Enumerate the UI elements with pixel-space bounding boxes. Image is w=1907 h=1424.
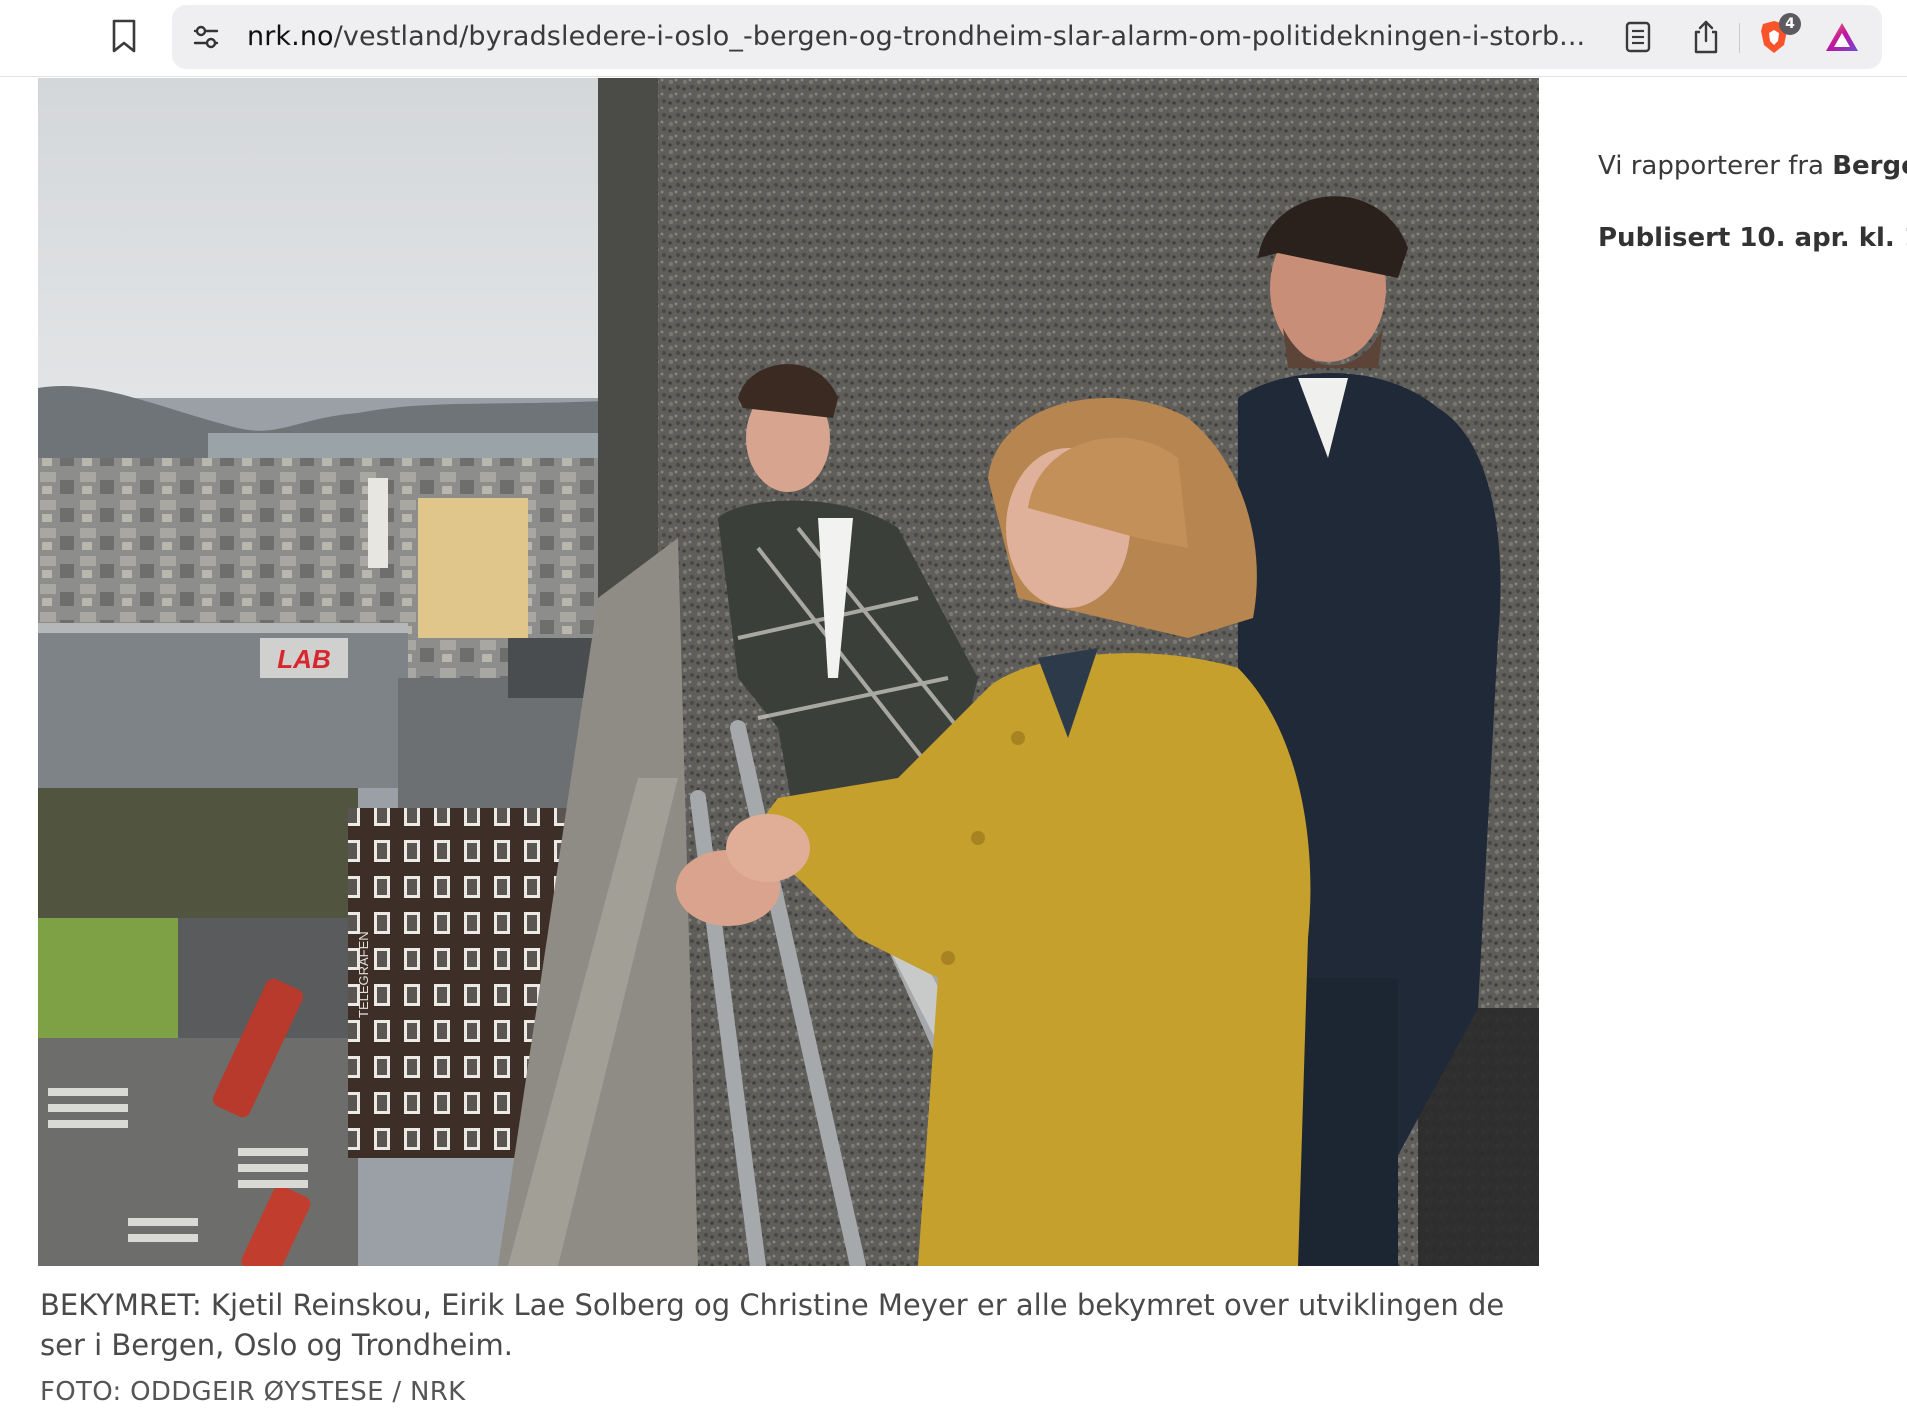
share-icon[interactable] bbox=[1688, 19, 1724, 55]
photo-credit: FOTO: ODDGEIR ØYSTESE / NRK bbox=[40, 1377, 466, 1407]
browser-toolbar: nrk.no/vestland/byradsledere-i-oslo_-ber… bbox=[0, 0, 1907, 77]
reporting-location[interactable]: Bergen bbox=[1832, 151, 1907, 181]
telegrafen-sign: TELEGRAFEN bbox=[356, 931, 371, 1018]
reporting-prefix: Vi rapporterer fra bbox=[1598, 151, 1833, 181]
address-bar[interactable]: nrk.no/vestland/byradsledere-i-oslo_-ber… bbox=[172, 5, 1882, 69]
photo-illustration: LAB TELEGRAFEN bbox=[38, 78, 1539, 1266]
bookmark-icon[interactable] bbox=[104, 16, 144, 56]
brave-rewards-icon[interactable] bbox=[1824, 19, 1860, 55]
photo-caption: BEKYMRET: Kjetil Reinskou, Eirik Lae Sol… bbox=[40, 1288, 1505, 1362]
article-photo: LAB TELEGRAFEN bbox=[38, 78, 1539, 1266]
toolbar-divider bbox=[1739, 23, 1740, 53]
url-host: nrk.no bbox=[247, 21, 334, 52]
shield-count-badge: 4 bbox=[1779, 13, 1801, 35]
url-path: /vestland/byradsledere-i-oslo_-bergen-og… bbox=[333, 21, 1586, 52]
lab-sign: LAB bbox=[277, 644, 330, 674]
url-text[interactable]: nrk.no/vestland/byradsledere-i-oslo_-ber… bbox=[247, 5, 1777, 69]
reporting-location-line: Vi rapporterer fra Bergen bbox=[1598, 146, 1907, 186]
article-meta: Vi rapporterer fra Bergen Publisert 10. … bbox=[1598, 146, 1907, 258]
reader-mode-icon[interactable] bbox=[1620, 19, 1656, 55]
sliders-icon[interactable] bbox=[188, 19, 224, 55]
published-date: Publisert 10. apr. kl. 18:11 bbox=[1598, 223, 1907, 253]
